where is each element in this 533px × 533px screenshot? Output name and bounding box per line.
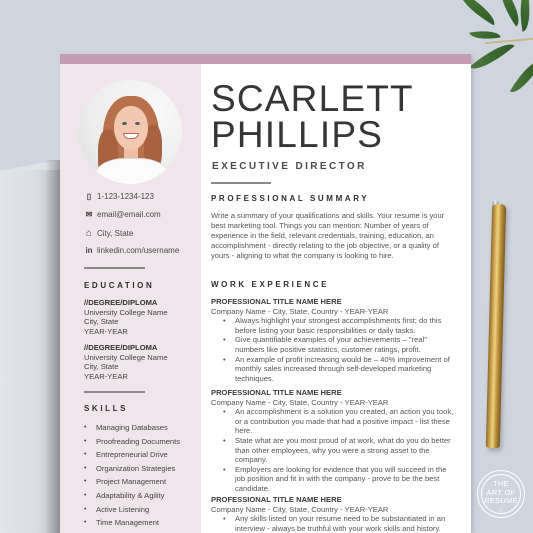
school-location: City, State xyxy=(84,362,119,372)
school-location: City, State xyxy=(84,317,119,327)
experience-heading: WORK EXPERIENCE xyxy=(211,280,330,289)
summary-text: Write a summary of your qualifications a… xyxy=(211,211,445,260)
job-entry: PROFESSIONAL TITLE NAME HERE Company Nam… xyxy=(211,495,456,533)
name-last: PHILLIPS xyxy=(211,114,384,155)
phone-icon: ▯ xyxy=(86,192,92,201)
skill-item: • Adaptability & Agility xyxy=(84,490,165,500)
job-bullet: • Give quantifiable examples of your achi… xyxy=(223,335,427,354)
job-title: PROFESSIONAL TITLE NAME HERE xyxy=(211,495,342,504)
brand-badge: THE ART OF RESUME ♢ xyxy=(477,470,525,518)
profile-photo xyxy=(78,80,182,184)
accent-bar xyxy=(60,54,471,64)
contact-location-text: City, State xyxy=(97,229,134,238)
education-entry: //DEGREE/DIPLOMA University College Name… xyxy=(84,298,168,336)
job-title: PROFESSIONAL TITLE NAME HERE xyxy=(211,297,342,306)
divider xyxy=(84,267,145,269)
job-bullets: • An accomplishment is a solution you cre… xyxy=(211,407,456,493)
contact-linkedin-text: linkedin.com/username xyxy=(97,246,180,255)
job-company: Company Name - City, State, Country - YE… xyxy=(211,397,389,407)
skill-item: • Entrepreneurial Drive xyxy=(84,450,168,460)
job-company: Company Name - City, State, Country - YE… xyxy=(211,504,389,514)
job-role: EXECUTIVE DIRECTOR xyxy=(212,161,367,172)
degree: //DEGREE/DIPLOMA xyxy=(84,343,158,352)
summary-heading: PROFESSIONAL SUMMARY xyxy=(211,194,370,203)
gold-pen xyxy=(485,203,507,449)
home-icon: ⌂ xyxy=(85,228,93,239)
job-entry: PROFESSIONAL TITLE NAME HERE Company Nam… xyxy=(211,297,456,383)
name-first: SCARLETT xyxy=(211,78,414,119)
skill-item: • Active Listening xyxy=(84,504,150,514)
divider xyxy=(84,391,145,393)
job-bullet: • Employers are looking for evidence that… xyxy=(223,464,447,493)
contact-email-text: email@email.com xyxy=(97,210,161,219)
contact-linkedin: in linkedin.com/username xyxy=(84,246,199,255)
school-years: YEAR-YEAR xyxy=(84,371,128,381)
email-icon: ✉ xyxy=(85,210,93,219)
school-years: YEAR-YEAR xyxy=(84,326,128,336)
skill-item: • Managing Databases xyxy=(84,423,168,432)
job-bullets: • Any skills listed on your resume need t… xyxy=(211,514,456,533)
skill-item: • Time Management xyxy=(84,518,160,528)
job-bullet: • An example of profit increasing would b… xyxy=(223,354,450,383)
job-company: Company Name - City, State, Country - YE… xyxy=(211,306,389,316)
contact-location: ⌂ City, State xyxy=(84,228,199,239)
contact-phone-text: 1-123-1234-123 xyxy=(97,192,154,201)
job-bullet: • Always highlight your strongest accompl… xyxy=(223,316,442,335)
job-bullet: • State what are you most proud of at wor… xyxy=(223,435,451,465)
job-bullets: • Always highlight your strongest accompl… xyxy=(211,316,456,383)
job-bullet: • Any skills listed on your resume need t… xyxy=(223,514,446,533)
job-entry: PROFESSIONAL TITLE NAME HERE Company Nam… xyxy=(211,388,456,494)
olive-leaf xyxy=(509,55,533,98)
degree: //DEGREE/DIPLOMA xyxy=(84,298,158,307)
linkedin-icon: in xyxy=(85,246,93,255)
skills-list: • Managing Databases • Proofreading Docume… xyxy=(84,421,180,530)
paper-edge-shadow xyxy=(45,160,60,533)
contact-email: ✉ email@email.com xyxy=(84,210,199,219)
education-entry: //DEGREE/DIPLOMA University College Name… xyxy=(84,343,168,381)
job-bullet: • An accomplishment is a solution you cre… xyxy=(223,407,454,436)
school: University College Name xyxy=(84,307,168,317)
skill-item: • Project Management xyxy=(84,477,167,487)
resume-page: ▯ 1-123-1234-123 ✉ email@email.com ⌂ Cit… xyxy=(60,54,471,533)
education-heading: EDUCATION xyxy=(84,281,155,290)
school: University College Name xyxy=(84,352,168,362)
skill-item: • Proofreading Documents xyxy=(84,436,180,446)
skill-item: • Organization Strategies xyxy=(84,463,176,473)
olive-leaf xyxy=(454,0,501,26)
divider xyxy=(211,182,271,184)
skills-heading: SKILLS xyxy=(84,404,129,413)
contact-phone: ▯ 1-123-1234-123 xyxy=(84,192,199,201)
job-title: PROFESSIONAL TITLE NAME HERE xyxy=(211,388,342,397)
